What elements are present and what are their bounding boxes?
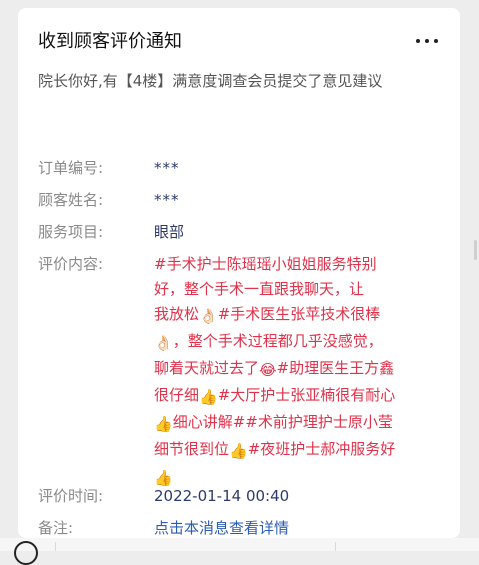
customer-name-label: 顾客姓名: [38, 191, 104, 209]
review-line-6: 很仔细👍#大厅护士张亚楠很有耐心 [154, 383, 444, 410]
toolbar-divider [335, 542, 336, 551]
customer-name-value: *** [154, 191, 180, 209]
review-label: 评价内容: [38, 255, 104, 273]
thumbs-up-icon: 👍 [199, 388, 218, 406]
review-line-4: 👌🏻，整个手术过程都几乎没感觉， [154, 329, 444, 356]
review-line-5: 聊着天就过去了😂#助理医生王方鑫 [154, 356, 444, 383]
review-line-8: 细节很到位👍#夜班护士郝冲服务好 [154, 437, 444, 464]
bottom-toolbar [0, 538, 479, 565]
service-value: 眼部 [154, 223, 185, 241]
order-number-value: *** [154, 159, 180, 177]
review-line-2: 好，整个手术一直跟我聊天，让 [154, 280, 365, 298]
scrollbar[interactable] [474, 240, 477, 260]
ok-hand-icon: 👌🏻 [199, 307, 218, 325]
voice-icon[interactable] [14, 541, 38, 565]
review-time-label: 评价时间: [38, 487, 104, 505]
ok-hand-icon: 👌🏻 [154, 334, 173, 352]
laughing-face-icon: 😂 [259, 361, 277, 379]
toolbar-divider [55, 542, 56, 551]
view-details-link[interactable]: 点击本消息查看详情 [154, 516, 444, 538]
thumbs-up-icon: 👍 [229, 442, 248, 460]
service-label: 服务项目: [38, 223, 104, 241]
order-number-label: 订单编号: [38, 159, 104, 177]
review-line-1: #手术护士陈瑶瑶小姐姐服务特别 [154, 255, 377, 273]
notification-card[interactable]: 收到顾客评价通知 院长你好,有【4楼】满意度调查会员提交了意见建议 订单编号: … [18, 8, 460, 538]
note-label: 备注: [38, 519, 74, 537]
intro-text: 院长你好,有【4楼】满意度调查会员提交了意见建议 [38, 72, 383, 90]
review-time-value: 2022-01-14 00:40 [154, 487, 290, 505]
review-content: #手术护士陈瑶瑶小姐姐服务特别 好，整个手术一直跟我聊天，让 我放松👌🏻#手术医… [154, 252, 444, 491]
review-line-7: 👍细心讲解##术前护理护士原小莹 [154, 410, 444, 437]
review-line-3: 我放松👌🏻#手术医生张苹技术很棒 [154, 302, 444, 329]
thumbs-up-icon: 👍 [154, 415, 173, 433]
card-title: 收到顾客评价通知 [38, 31, 182, 52]
more-options-icon[interactable] [416, 30, 438, 52]
